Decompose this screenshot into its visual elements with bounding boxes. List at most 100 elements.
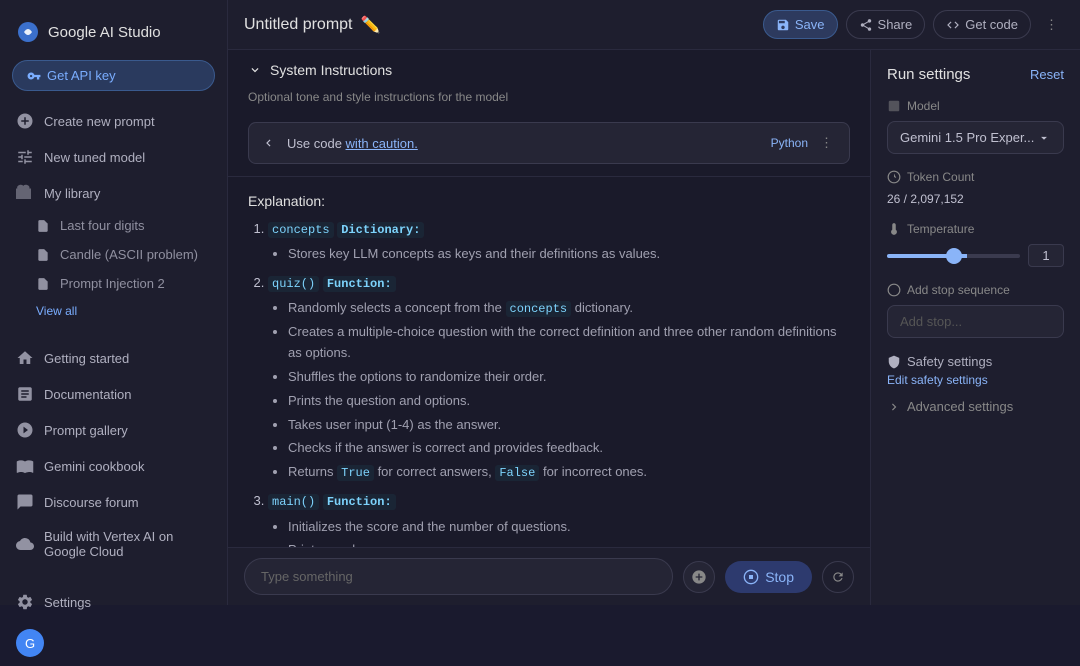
code-block-more[interactable]: ⋮ [820, 135, 833, 151]
item-code-1: concepts [268, 222, 334, 238]
token-count-value: 26 / 2,097,152 [887, 192, 1064, 206]
prompt-input[interactable] [244, 558, 673, 595]
model-select[interactable]: Gemini 1.5 Pro Exper... [887, 121, 1064, 154]
sidebar-item-new-tuned-model[interactable]: New tuned model [0, 139, 215, 175]
sidebar-item-discourse-forum[interactable]: Discourse forum [0, 484, 215, 520]
stop-sequence-input[interactable] [887, 305, 1064, 338]
settings-label: Settings [44, 595, 91, 610]
reset-button[interactable]: Reset [1030, 67, 1064, 82]
avatar: G [16, 629, 44, 657]
inline-code: concepts [506, 301, 572, 317]
system-instructions-title: System Instructions [270, 62, 392, 78]
create-prompt-label: Create new prompt [44, 114, 155, 129]
shield-icon [887, 355, 901, 369]
doc-icon-2 [36, 248, 50, 262]
my-library-label: My library [44, 186, 100, 201]
settings-icon [16, 593, 34, 611]
gallery-icon [16, 421, 34, 439]
edit-title-icon[interactable]: ✏️ [361, 15, 381, 35]
code-language: Python [771, 136, 808, 150]
header-actions: Save Share Get code ⋮ [763, 10, 1064, 39]
item-label-1: Dictionary: [337, 222, 424, 238]
sub-list-item: Prints a welcome message. [288, 540, 850, 547]
library-item-label-2: Candle (ASCII problem) [60, 247, 198, 262]
content-area: System Instructions Optional tone and st… [228, 50, 1080, 605]
advanced-settings-toggle[interactable]: Advanced settings [887, 399, 1064, 414]
header-left: Untitled prompt ✏️ [244, 15, 380, 35]
chevron-right-icon [887, 400, 901, 414]
sidebar-item-settings[interactable]: Settings [0, 584, 215, 620]
temperature-value: 1 [1028, 244, 1064, 267]
get-code-button[interactable]: Get code [933, 10, 1031, 39]
temperature-label: Temperature [887, 222, 1064, 236]
output-list: concepts Dictionary: Stores key LLM conc… [248, 219, 850, 547]
library-item-label: Last four digits [60, 218, 145, 233]
more-options-button[interactable]: ⋮ [1039, 11, 1064, 39]
sub-list-1: Stores key LLM concepts as keys and thei… [268, 244, 850, 265]
output-area: Explanation: concepts Dictionary: Stores… [228, 177, 870, 547]
stop-icon [743, 569, 759, 585]
code-icon [946, 18, 960, 32]
token-count-label: Token Count [887, 170, 1064, 184]
add-media-button[interactable] [683, 561, 715, 593]
view-all-link[interactable]: View all [0, 298, 227, 324]
edit-safety-settings-link[interactable]: Edit safety settings [887, 373, 1064, 387]
temperature-slider[interactable] [887, 254, 1020, 258]
safety-settings-label: Safety settings [887, 354, 1064, 369]
system-instructions-header[interactable]: System Instructions [228, 50, 870, 90]
sidebar-item-getting-started[interactable]: Getting started [0, 340, 215, 376]
sub-list-item: Creates a multiple-choice question with … [288, 322, 850, 364]
tune-icon [16, 148, 34, 166]
share-label: Share [878, 17, 913, 32]
sub-list-2: Randomly selects a concept from the conc… [268, 298, 850, 483]
documentation-label: Documentation [44, 387, 131, 402]
refresh-icon [831, 570, 845, 584]
sidebar-item-prompt-gallery[interactable]: Prompt gallery [0, 412, 215, 448]
sub-list-item: Returns True for correct answers, False … [288, 462, 850, 483]
sidebar: Google AI Studio Get API key Create new … [0, 0, 228, 605]
app-logo: Google AI Studio [0, 12, 227, 60]
add-icon [691, 569, 707, 585]
sidebar-item-candle[interactable]: Candle (ASCII problem) [0, 240, 215, 269]
sidebar-item-documentation[interactable]: Documentation [0, 376, 215, 412]
stop-button[interactable]: Stop [725, 561, 812, 593]
sidebar-item-build-vertex[interactable]: Build with Vertex AI on Google Cloud [0, 520, 215, 568]
sub-list-item: Prints the question and options. [288, 391, 850, 412]
share-button[interactable]: Share [846, 10, 926, 39]
prompt-title: Untitled prompt [244, 16, 353, 34]
stop-sequence-icon [887, 283, 901, 297]
inline-code-false: False [495, 465, 539, 481]
library-item-label-3: Prompt Injection 2 [60, 276, 165, 291]
sidebar-item-last-four[interactable]: Last four digits [0, 211, 215, 240]
run-settings-header: Run settings Reset [887, 66, 1064, 83]
discourse-forum-label: Discourse forum [44, 495, 139, 510]
sidebar-item-account[interactable]: G [0, 620, 215, 666]
item-label-2: Function: [323, 276, 396, 292]
sidebar-item-prompt-injection[interactable]: Prompt Injection 2 [0, 269, 215, 298]
app-name: Google AI Studio [48, 24, 161, 41]
create-prompt-icon [16, 112, 34, 130]
safety-settings-section: Safety settings Edit safety settings [887, 354, 1064, 387]
sub-list-item: Takes user input (1-4) as the answer. [288, 415, 850, 436]
logo-icon [16, 20, 40, 44]
get-api-key-button[interactable]: Get API key [12, 60, 215, 91]
sub-list-item: Randomly selects a concept from the conc… [288, 298, 850, 319]
token-icon [887, 170, 901, 184]
advanced-settings-label: Advanced settings [907, 399, 1013, 414]
system-instructions-subtitle: Optional tone and style instructions for… [228, 90, 870, 114]
sidebar-item-gemini-cookbook[interactable]: Gemini cookbook [0, 448, 215, 484]
save-icon [776, 18, 790, 32]
sidebar-item-create-prompt[interactable]: Create new prompt [0, 103, 215, 139]
save-button[interactable]: Save [763, 10, 838, 39]
refresh-button[interactable] [822, 561, 854, 593]
save-label: Save [795, 17, 825, 32]
get-code-label: Get code [965, 17, 1018, 32]
doc-icon [36, 219, 50, 233]
item-code-3: main() [268, 494, 319, 510]
gemini-cookbook-label: Gemini cookbook [44, 459, 144, 474]
model-icon [887, 99, 901, 113]
explanation-title: Explanation: [248, 193, 850, 209]
build-vertex-label: Build with Vertex AI on Google Cloud [44, 529, 199, 559]
system-instructions-section: System Instructions Optional tone and st… [228, 50, 870, 177]
code-caution-link[interactable]: with caution. [346, 136, 418, 151]
